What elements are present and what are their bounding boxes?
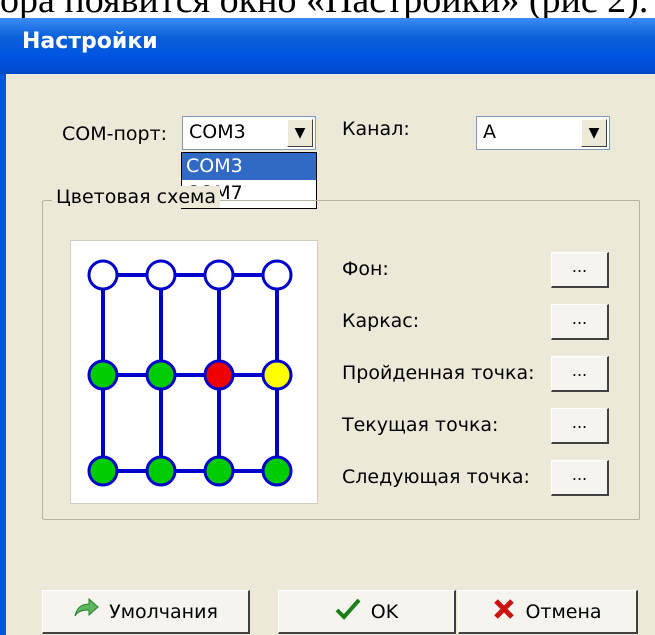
com-port-value: COM3: [189, 121, 246, 143]
color-preview: [70, 240, 318, 504]
back-arrow-icon: [73, 597, 99, 625]
grid-node: [203, 259, 235, 291]
current-point-color-button[interactable]: ...: [551, 408, 609, 444]
close-icon: [493, 598, 515, 625]
passed-point-label: Пройденная точка:: [342, 362, 535, 384]
defaults-label: Умолчания: [109, 600, 218, 623]
grid-node: [87, 455, 119, 487]
frame-label: Каркас:: [342, 310, 420, 332]
checkmark-icon: [335, 598, 361, 625]
grid-node: [261, 259, 293, 291]
ok-button[interactable]: OK: [278, 590, 456, 634]
current-point-label: Текущая точка:: [342, 414, 499, 436]
com-port-label: COM-порт:: [62, 123, 168, 145]
background-color-button[interactable]: ...: [551, 252, 609, 288]
com-port-option[interactable]: COM3: [182, 153, 316, 180]
window-border: [0, 74, 6, 635]
frame-color-button[interactable]: ...: [551, 304, 609, 340]
cancel-button[interactable]: Отмена: [458, 590, 638, 634]
com-port-select[interactable]: COM3 ▼: [182, 116, 316, 150]
window-title: Настройки: [22, 29, 158, 54]
title-bar[interactable]: Настройки: [0, 18, 655, 74]
grid-node: [87, 259, 119, 291]
background-label: Фон:: [342, 258, 389, 280]
grid-node: [145, 359, 177, 391]
defaults-button[interactable]: Умолчания: [42, 590, 250, 634]
next-point-label: Следующая точка:: [342, 466, 530, 488]
passed-point-color-button[interactable]: ...: [551, 356, 609, 392]
channel-select[interactable]: A ▼: [476, 116, 610, 150]
grid-preview-svg: [87, 259, 293, 487]
chevron-down-icon[interactable]: ▼: [581, 119, 607, 147]
grid-node: [261, 359, 293, 391]
document-caption: ора появится окно «Настройки» (рис 2).: [0, 0, 655, 18]
grid-node: [145, 259, 177, 291]
grid-node: [261, 455, 293, 487]
chevron-down-icon[interactable]: ▼: [287, 119, 313, 147]
color-scheme-title: Цветовая схема: [52, 186, 220, 208]
grid-node: [145, 455, 177, 487]
grid-node: [87, 359, 119, 391]
cancel-label: Отмена: [525, 600, 602, 623]
ok-label: OK: [370, 600, 399, 623]
frame-lines: [101, 273, 279, 473]
next-point-color-button[interactable]: ...: [551, 460, 609, 496]
channel-label: Канал:: [342, 118, 410, 140]
grid-node: [203, 455, 235, 487]
grid-node: [203, 359, 235, 391]
channel-value: A: [483, 121, 496, 143]
